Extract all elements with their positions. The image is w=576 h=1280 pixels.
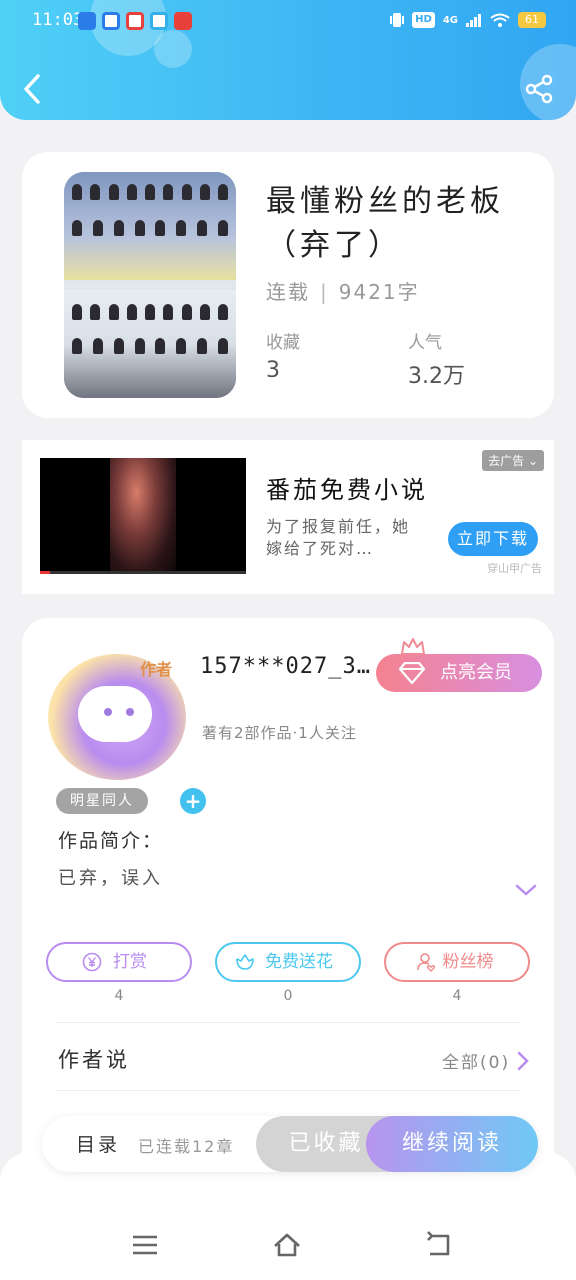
wifi-icon bbox=[490, 13, 510, 27]
reading-action-bar: 目录 已连载12章 已收藏 继续阅读 bbox=[42, 1116, 538, 1172]
reward-button[interactable]: 打赏 bbox=[46, 942, 192, 982]
back-nav-icon[interactable] bbox=[424, 1230, 454, 1260]
cover-people-row bbox=[72, 220, 228, 236]
signal-icon bbox=[466, 14, 481, 27]
avatar-chat-bubble bbox=[78, 686, 152, 742]
book-info-card: 最懂粉丝的老板（弃了） 连载 | 9421字 收藏 3 人气 3.2万 bbox=[22, 152, 554, 418]
ad-video-frame bbox=[110, 458, 176, 574]
continue-reading-button[interactable]: 继续阅读 bbox=[366, 1116, 538, 1172]
flower-count: 0 bbox=[283, 988, 293, 1004]
remove-ad-button[interactable]: 去广告 ⌄ bbox=[482, 450, 544, 471]
yen-coin-icon bbox=[82, 952, 102, 972]
book-title: 最懂粉丝的老板（弃了） bbox=[266, 184, 504, 263]
app-notification-icon bbox=[126, 12, 144, 30]
genre-tag[interactable]: 明星同人 bbox=[56, 788, 148, 814]
divider bbox=[56, 1022, 520, 1023]
send-flower-label: 免费送花 bbox=[265, 952, 333, 972]
ad-video-thumbnail[interactable] bbox=[40, 458, 246, 574]
remove-ad-label: 去广告 bbox=[488, 454, 525, 468]
battery-icon: 61 bbox=[518, 12, 546, 28]
stat-label-collect: 收藏 bbox=[266, 333, 300, 353]
author-avatar[interactable]: 作者 bbox=[48, 654, 186, 780]
ad-banner[interactable]: 去广告 ⌄ 番茄免费小说 为了报复前任，她嫁给了死对… 立即下载 穿山甲广告 bbox=[22, 440, 554, 594]
flower-icon bbox=[236, 954, 254, 970]
ad-description: 为了报复前任，她嫁给了死对… bbox=[266, 517, 411, 558]
chevron-down-icon[interactable] bbox=[514, 882, 538, 898]
meta-separator: | bbox=[320, 280, 329, 304]
author-says-title: 作者说 bbox=[58, 1048, 130, 1072]
avatar-author-tag: 作者 bbox=[140, 660, 173, 679]
app-notification-icon bbox=[174, 12, 192, 30]
diamond-icon bbox=[398, 662, 426, 684]
avatar-eye bbox=[104, 708, 112, 716]
cover-people-row bbox=[72, 338, 228, 354]
back-arrow-icon[interactable] bbox=[20, 72, 44, 106]
vip-member-button[interactable]: 点亮会员 bbox=[376, 638, 542, 692]
app-notification-icon bbox=[150, 12, 168, 30]
hd-badge: HD bbox=[412, 12, 435, 28]
ad-download-button[interactable]: 立即下载 bbox=[448, 522, 538, 556]
intro-label: 作品简介： bbox=[58, 830, 164, 852]
author-info: 著有2部作品·1人关注 bbox=[202, 724, 357, 742]
chevron-right-icon[interactable] bbox=[516, 1050, 530, 1072]
fan-count: 4 bbox=[452, 988, 462, 1004]
network-label: 4G bbox=[442, 14, 458, 26]
vibrate-icon bbox=[390, 13, 405, 27]
status-time: 11:03 bbox=[32, 10, 84, 30]
table-of-contents-button[interactable]: 目录 bbox=[76, 1130, 120, 1157]
stat-label-popularity: 人气 bbox=[408, 333, 442, 353]
divider bbox=[56, 1090, 520, 1091]
notification-icons bbox=[78, 12, 192, 30]
intro-text: 已弃，误入 bbox=[58, 868, 163, 889]
app-notification-icon bbox=[102, 12, 120, 30]
book-status: 连载 bbox=[266, 280, 310, 304]
cover-people-row bbox=[72, 184, 228, 200]
stat-value-collect: 3 bbox=[266, 358, 280, 383]
home-icon[interactable] bbox=[272, 1230, 302, 1260]
author-name: 157***027_3… bbox=[200, 654, 371, 679]
vip-member-label: 点亮会员 bbox=[440, 662, 512, 683]
ad-title: 番茄免费小说 bbox=[266, 476, 428, 504]
ad-source: 穿山甲广告 bbox=[487, 562, 542, 575]
share-icon[interactable] bbox=[524, 74, 554, 104]
reward-count: 4 bbox=[114, 988, 124, 1004]
cover-people-row bbox=[72, 304, 228, 320]
stat-value-popularity: 3.2万 bbox=[408, 364, 465, 389]
book-word-count: 9421字 bbox=[338, 280, 420, 304]
chevron-down-icon: ⌄ bbox=[524, 454, 538, 468]
send-flower-button[interactable]: 免费送花 bbox=[215, 942, 361, 982]
app-notification-icon bbox=[78, 12, 96, 30]
fan-user-icon bbox=[417, 953, 436, 972]
chapter-count: 已连载12章 bbox=[138, 1137, 235, 1156]
add-tag-button[interactable]: + bbox=[180, 788, 206, 814]
author-says-all-link[interactable]: 全部(0) bbox=[442, 1048, 510, 1073]
system-icons: HD 4G 61 bbox=[390, 12, 546, 28]
fan-ranking-label: 粉丝榜 bbox=[442, 952, 494, 972]
crown-icon bbox=[401, 638, 425, 655]
book-cover-image[interactable] bbox=[64, 172, 236, 398]
status-bar: 11:03 HD 4G 61 bbox=[0, 8, 576, 36]
menu-icon[interactable] bbox=[130, 1230, 160, 1260]
avatar-eye bbox=[126, 708, 134, 716]
header: 11:03 HD 4G 61 bbox=[0, 0, 576, 120]
reward-label: 打赏 bbox=[113, 952, 147, 972]
fan-ranking-button[interactable]: 粉丝榜 bbox=[384, 942, 530, 982]
ad-video-progress bbox=[40, 571, 246, 574]
book-meta: 连载 | 9421字 bbox=[266, 276, 420, 305]
